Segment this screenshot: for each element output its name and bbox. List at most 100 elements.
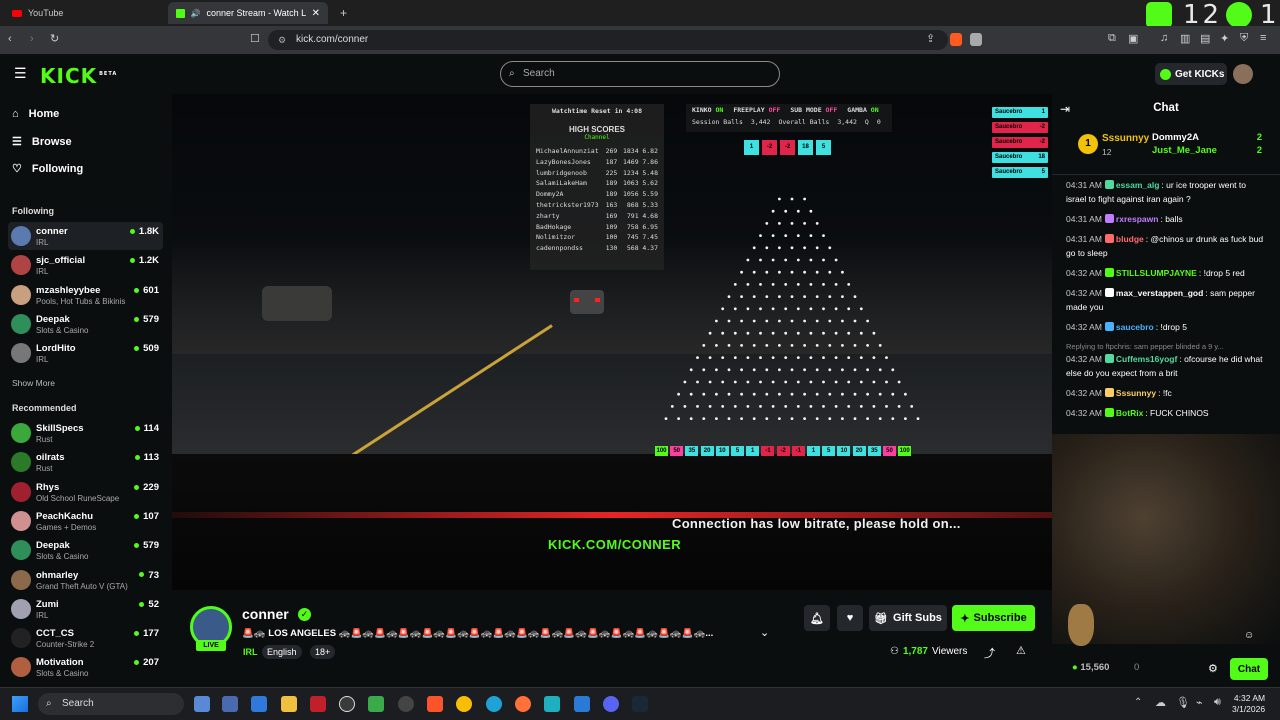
message-username[interactable]: STILLSLUMPJAYNE	[1116, 268, 1197, 278]
message-username[interactable]: bludge	[1116, 234, 1144, 244]
new-tab-button[interactable]: +	[332, 2, 352, 24]
site-info-icon[interactable]: ⚙	[278, 30, 286, 50]
leader-name[interactable]: Sssunnyy	[1102, 133, 1149, 144]
show-more-link[interactable]: Show More	[12, 378, 55, 388]
nav-browse[interactable]: ☰ Browse	[12, 135, 72, 149]
chat-message[interactable]: 04:32 AM saucebro: !drop 5	[1066, 320, 1266, 334]
tag-mature[interactable]: 18+	[310, 645, 336, 659]
vpn-icon[interactable]: ⛨	[1240, 32, 1248, 45]
share-icon[interactable]: ⇪	[926, 32, 935, 45]
recommended-channel-item[interactable]: SkillSpecs Rust 114	[8, 419, 163, 447]
following-channel-item[interactable]: sjc_official IRL 1.2K	[8, 251, 163, 279]
kick-logo[interactable]: KICK BETA	[40, 64, 117, 88]
app-icon[interactable]	[544, 696, 560, 712]
edge-icon[interactable]	[486, 696, 502, 712]
brave-shield-icon[interactable]	[950, 33, 962, 46]
message-username[interactable]: Cuffems16yogf	[1116, 354, 1177, 364]
extensions-icon[interactable]: ⧉	[1108, 32, 1116, 45]
channel-points[interactable]: ● 15,560	[1072, 662, 1109, 673]
follow-button[interactable]: ♥	[837, 605, 863, 631]
tag-category[interactable]: IRL	[238, 645, 263, 659]
chat-message[interactable]: 04:32 AM STILLSLUMPJAYNE: !drop 5 red	[1066, 266, 1266, 280]
brave-rewards-icon[interactable]	[970, 33, 982, 46]
message-username[interactable]: rxrespawn	[1116, 214, 1159, 224]
reload-icon[interactable]: ↻	[50, 32, 59, 45]
screenshot-icon[interactable]: ▣	[1128, 32, 1138, 45]
message-username[interactable]: saucebro	[1116, 322, 1154, 332]
recommended-channel-item[interactable]: Rhys Old School RuneScape 229	[8, 478, 163, 506]
chat-message[interactable]: 04:32 AM Sssunnyy: !fc	[1066, 386, 1266, 400]
chat-message[interactable]: 04:32 AM BotRix: FUCK CHINOS	[1066, 406, 1266, 420]
chat-message[interactable]: 04:31 AM rxrespawn: balls	[1066, 212, 1266, 226]
discord-icon[interactable]	[603, 696, 619, 712]
bookmark-icon[interactable]: ☐	[250, 32, 260, 45]
nav-home[interactable]: ⌂ Home	[12, 108, 59, 120]
tag-language[interactable]: English	[262, 645, 302, 659]
gift-subs-button[interactable]: 🎁︎ Gift Subs	[869, 605, 947, 631]
tab-youtube[interactable]: YouTube	[4, 2, 164, 24]
get-kicks-button[interactable]: Get KICKs	[1155, 63, 1227, 85]
message-username[interactable]: essam_alg	[1116, 180, 1159, 190]
forward-icon[interactable]: ›	[30, 33, 34, 45]
app-icon[interactable]	[251, 696, 267, 712]
subscribe-button[interactable]: ✦ Subscribe	[952, 605, 1035, 631]
emoji-icon[interactable]: ☺	[1244, 630, 1254, 641]
clock[interactable]: 4:32 AM 3/1/2026	[1232, 693, 1265, 715]
chat-message[interactable]: 04:31 AM essam_alg: ur ice trooper went t…	[1066, 178, 1266, 206]
app-icon[interactable]	[398, 696, 414, 712]
chat-message[interactable]: 04:32 AM Cuffems16yogf: ofcourse he did w…	[1066, 352, 1266, 380]
vscode-icon[interactable]	[574, 696, 590, 712]
app-icon[interactable]	[339, 696, 355, 712]
user-avatar[interactable]	[1233, 64, 1253, 84]
app-icon[interactable]	[368, 696, 384, 712]
message-username[interactable]: BotRix	[1116, 408, 1143, 418]
taskbar-search[interactable]: ⌕ Search	[38, 693, 184, 715]
message-username[interactable]: max_verstappen_god	[1116, 288, 1203, 298]
network-icon[interactable]: ⌁	[1196, 696, 1203, 709]
recommended-channel-item[interactable]: PeachKachu Games + Demos 107	[8, 507, 163, 535]
chat-send-button[interactable]: Chat	[1230, 658, 1268, 680]
leo-ai-icon[interactable]: ✦	[1220, 32, 1229, 45]
chrome-icon[interactable]	[456, 696, 472, 712]
back-icon[interactable]: ‹	[8, 33, 12, 45]
wallet-icon[interactable]: ▤	[1200, 32, 1210, 45]
windows-start-icon[interactable]	[12, 696, 28, 712]
media-icon[interactable]: ♫	[1160, 32, 1168, 44]
menu-icon[interactable]: ≡	[1260, 32, 1266, 44]
expand-title-icon[interactable]: ⌄	[760, 626, 769, 639]
firefox-icon[interactable]	[515, 696, 531, 712]
file-explorer-icon[interactable]	[281, 696, 297, 712]
chat-message[interactable]: 04:31 AM bludge: @chinos ur drunk as fuck…	[1066, 232, 1266, 260]
following-channel-item[interactable]: conner IRL 1.8K	[8, 222, 163, 250]
microphone-icon[interactable]: 🎙︎	[1176, 696, 1190, 709]
volume-icon[interactable]: 🔊︎	[1214, 696, 1221, 709]
following-channel-item[interactable]: LordHito IRL 509	[8, 339, 163, 367]
following-channel-item[interactable]: mzashleyybee Pools, Hot Tubs & Bikinis 601	[8, 281, 163, 309]
chat-message[interactable]: 04:32 AM max_verstappen_god: sam pepper m…	[1066, 286, 1266, 314]
brave-icon[interactable]	[427, 696, 443, 712]
hamburger-menu-icon[interactable]: ☰	[14, 65, 27, 82]
tray-overflow-icon[interactable]: ⌃	[1134, 697, 1142, 708]
recommended-channel-item[interactable]: Motivation Slots & Casino 207	[8, 653, 163, 681]
chat-settings-icon[interactable]: ⚙	[1208, 662, 1218, 675]
recommended-channel-item[interactable]: oilrats Rust 113	[8, 448, 163, 476]
message-username[interactable]: Sssunnyy	[1116, 388, 1156, 398]
recommended-channel-item[interactable]: ohmarley Grand Theft Auto V (GTA) 73	[8, 566, 163, 594]
tray-app-icon[interactable]: ☁	[1155, 696, 1166, 709]
app-icon[interactable]	[222, 696, 238, 712]
notification-bell-button[interactable]: 🔔︎	[804, 605, 830, 631]
search-input[interactable]: ⌕ Search	[500, 61, 780, 87]
app-icon[interactable]	[310, 696, 326, 712]
report-icon[interactable]: ⚠	[1016, 644, 1026, 657]
sidebar-toggle-icon[interactable]: ▥	[1180, 32, 1190, 45]
close-tab-icon[interactable]: ✕	[312, 8, 320, 19]
following-channel-item[interactable]: Deepak Slots & Casino 579	[8, 310, 163, 338]
steam-icon[interactable]	[632, 696, 648, 712]
recommended-channel-item[interactable]: Deepak Slots & Casino 579	[8, 536, 163, 564]
task-view-icon[interactable]	[194, 696, 210, 712]
channel-name[interactable]: conner	[242, 606, 289, 622]
recommended-channel-item[interactable]: CCT_CS Counter-Strike 2 177	[8, 624, 163, 652]
address-bar[interactable]: ⚙ kick.com/conner	[268, 30, 948, 50]
tab-kick-conner[interactable]: 🔊 conner Stream - Watch Live o ✕	[168, 2, 328, 24]
share-icon[interactable]: ⤴	[984, 645, 995, 661]
